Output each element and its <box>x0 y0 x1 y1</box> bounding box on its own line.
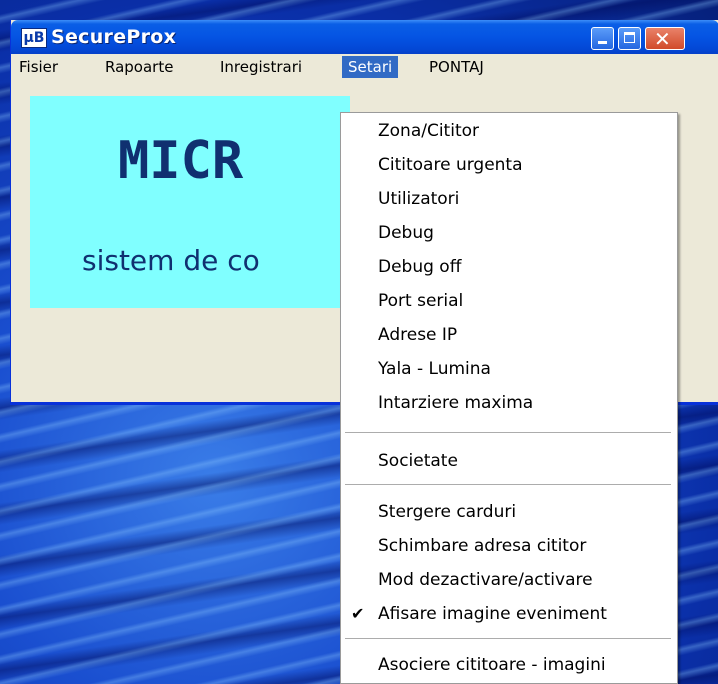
menu-item-label: Yala - Lumina <box>378 359 491 379</box>
menu-separator <box>345 638 671 639</box>
app-icon: µB <box>21 28 47 48</box>
menu-item-label: Mod dezactivare/activare <box>378 570 593 590</box>
menu-item-label: Zona/Cititor <box>378 121 480 141</box>
close-icon: ✕ <box>654 27 671 51</box>
menu-item-debug[interactable]: Debug <box>341 218 677 248</box>
menu-item-label: Stergere carduri <box>378 502 517 522</box>
checkmark-icon: ✔ <box>351 604 365 623</box>
menu-item-adrese-ip[interactable]: Adrese IP <box>341 320 677 350</box>
menu-fisier[interactable]: Fisier <box>13 56 64 78</box>
menu-bar: Fisier Rapoarte Inregistrari Setari PONT… <box>11 54 718 78</box>
window-title: SecureProx <box>51 26 177 48</box>
menu-pontaj[interactable]: PONTAJ <box>423 56 490 78</box>
menu-item-yala-lumina[interactable]: Yala - Lumina <box>341 354 677 384</box>
menu-item-label: Utilizatori <box>378 189 460 209</box>
menu-inregistrari[interactable]: Inregistrari <box>214 56 308 78</box>
maximize-button[interactable] <box>618 27 641 50</box>
menu-item-cititoare-urgenta[interactable]: Cititoare urgenta <box>341 150 677 180</box>
menu-item-label: Asociere cititoare - imagini <box>378 655 606 675</box>
menu-item-label: Port serial <box>378 291 464 311</box>
menu-item-label: Intarziere maxima <box>378 393 534 413</box>
menu-item-mod-dezactivare-activare[interactable]: Mod dezactivare/activare <box>341 565 677 595</box>
minimize-button[interactable] <box>591 27 614 50</box>
menu-item-label: Debug <box>378 223 434 243</box>
menu-item-societate[interactable]: Societate <box>341 446 677 476</box>
menu-item-port-serial[interactable]: Port serial <box>341 286 677 316</box>
menu-separator <box>345 432 671 433</box>
menu-item-afisare-imagine-eveniment[interactable]: ✔ Afisare imagine eveniment <box>341 599 677 629</box>
menu-item-label: Schimbare adresa cititor <box>378 536 587 556</box>
menu-item-debug-off[interactable]: Debug off <box>341 252 677 282</box>
menu-item-label: Afisare imagine eveniment <box>378 604 607 624</box>
banner-title: MICR <box>118 131 244 191</box>
menu-item-label: Adrese IP <box>378 325 458 345</box>
menu-item-utilizatori[interactable]: Utilizatori <box>341 184 677 214</box>
menu-item-asociere-cititoare-imagini[interactable]: Asociere cititoare - imagini <box>341 650 677 680</box>
menu-item-stergere-carduri[interactable]: Stergere carduri <box>341 497 677 527</box>
menu-item-zona-cititor[interactable]: Zona/Cititor <box>341 116 677 146</box>
menu-item-label: Cititoare urgenta <box>378 155 523 175</box>
menu-separator <box>345 484 671 485</box>
menu-rapoarte[interactable]: Rapoarte <box>99 56 179 78</box>
menu-item-label: Debug off <box>378 257 462 277</box>
maximize-icon <box>624 32 635 43</box>
menu-item-intarziere-maxima[interactable]: Intarziere maxima <box>341 388 677 418</box>
menu-item-label: Societate <box>378 451 458 471</box>
setari-dropdown-menu: Zona/Cititor Cititoare urgenta Utilizato… <box>340 112 678 684</box>
banner-subtitle: sistem de co <box>82 244 260 277</box>
minimize-icon <box>598 41 607 44</box>
logo-banner: MICR sistem de co <box>30 96 350 308</box>
close-button[interactable]: ✕ <box>645 27 685 51</box>
menu-item-schimbare-adresa-cititor[interactable]: Schimbare adresa cititor <box>341 531 677 561</box>
title-bar[interactable]: µB SecureProx ✕ <box>11 20 718 54</box>
menu-setari[interactable]: Setari <box>342 56 399 78</box>
